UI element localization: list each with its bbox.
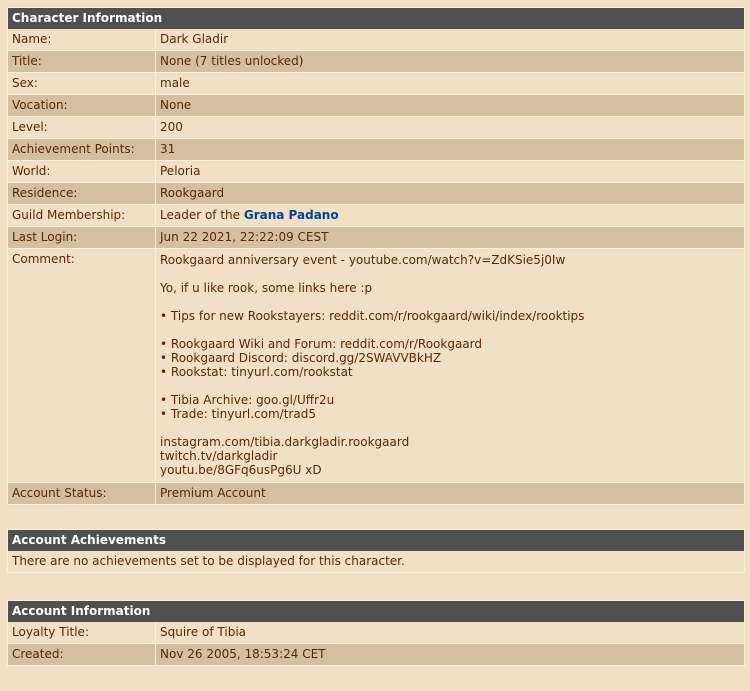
row-label: Achievement Points: [8, 138, 156, 160]
comment-line: Yo, if u like rook, some links here :p [160, 281, 373, 295]
account-status: Premium Account [156, 482, 744, 504]
account-information-box: Account Information Loyalty Title: Squir… [7, 600, 745, 666]
account-achievements-table: There are no achievements set to be disp… [8, 551, 744, 572]
character-achievement-points: 31 [156, 138, 744, 160]
table-row: There are no achievements set to be disp… [8, 551, 744, 572]
table-row: Loyalty Title: Squire of Tibia [8, 622, 744, 643]
row-label: Name: [8, 29, 156, 50]
account-information-table: Loyalty Title: Squire of Tibia Created: … [8, 622, 744, 665]
table-row: Last Login: Jun 22 2021, 22:22:09 CEST [8, 226, 744, 248]
character-information-title: Character Information [8, 8, 744, 29]
table-row: Sex: male [8, 72, 744, 94]
comment-line: • Tips for new Rookstayers: reddit.com/r… [160, 309, 585, 323]
character-residence: Rookgaard [156, 182, 744, 204]
table-row: Achievement Points: 31 [8, 138, 744, 160]
comment-line: • Rookgaard Discord: discord.gg/2SWAVVBk… [160, 351, 442, 365]
table-row: Account Status: Premium Account [8, 482, 744, 504]
character-information-box: Character Information Name: Dark Gladir … [7, 7, 745, 505]
row-label: Sex: [8, 72, 156, 94]
comment-line [160, 379, 740, 393]
account-achievements-title: Account Achievements [8, 530, 744, 551]
table-row: Level: 200 [8, 116, 744, 138]
table-row: Name: Dark Gladir [8, 29, 744, 50]
table-row: Title: None (7 titles unlocked) [8, 50, 744, 72]
table-row: Comment: Rookgaard anniversary event - y… [8, 248, 744, 482]
comment-line: • Rookgaard Wiki and Forum: reddit.com/r… [160, 337, 483, 351]
last-login: Jun 22 2021, 22:22:09 CEST [156, 226, 744, 248]
guild-link[interactable]: Grana Padano [244, 208, 339, 222]
character-sex: male [156, 72, 744, 94]
page-content: Character Information Name: Dark Gladir … [7, 7, 745, 666]
row-label: Created: [8, 643, 156, 665]
comment-line: • Tibia Archive: goo.gl/Uffr2u [160, 393, 335, 407]
row-label: Title: [8, 50, 156, 72]
comment-line [160, 323, 740, 337]
account-achievements-box: Account Achievements There are no achiev… [7, 529, 745, 573]
row-label: Residence: [8, 182, 156, 204]
row-label: Guild Membership: [8, 204, 156, 226]
loyalty-title: Squire of Tibia [156, 622, 744, 643]
account-information-title: Account Information [8, 601, 744, 622]
comment-line: Rookgaard anniversary event - youtube.co… [160, 253, 566, 267]
comment-line: • Trade: tinyurl.com/trad5 [160, 407, 316, 421]
row-label: Last Login: [8, 226, 156, 248]
guild-prefix: Leader of the [160, 208, 244, 222]
table-row: Residence: Rookgaard [8, 182, 744, 204]
account-created: Nov 26 2005, 18:53:24 CET [156, 643, 744, 665]
comment-line [160, 267, 740, 281]
character-vocation: None [156, 94, 744, 116]
character-level: 200 [156, 116, 744, 138]
comment-line: youtu.be/8GFq6usPg6U xD [160, 463, 322, 477]
comment-line: • Rookstat: tinyurl.com/rookstat [160, 365, 353, 379]
comment-line: instagram.com/tibia.darkgladir.rookgaard [160, 435, 410, 449]
table-row: Guild Membership: Leader of the Grana Pa… [8, 204, 744, 226]
guild-membership: Leader of the Grana Padano [156, 204, 744, 226]
row-label: Account Status: [8, 482, 156, 504]
character-name: Dark Gladir [156, 29, 744, 50]
character-comment: Rookgaard anniversary event - youtube.co… [156, 248, 744, 482]
row-label: Comment: [8, 248, 156, 482]
row-label: World: [8, 160, 156, 182]
comment-line [160, 295, 740, 309]
character-title: None (7 titles unlocked) [156, 50, 744, 72]
table-row: Vocation: None [8, 94, 744, 116]
table-row: Created: Nov 26 2005, 18:53:24 CET [8, 643, 744, 665]
row-label: Level: [8, 116, 156, 138]
character-information-table: Name: Dark Gladir Title: None (7 titles … [8, 29, 744, 504]
comment-line: twitch.tv/darkgladir [160, 449, 278, 463]
row-label: Loyalty Title: [8, 622, 156, 643]
table-row: World: Peloria [8, 160, 744, 182]
row-label: Vocation: [8, 94, 156, 116]
comment-line [160, 421, 740, 435]
no-achievements-message: There are no achievements set to be disp… [8, 551, 744, 572]
character-world: Peloria [156, 160, 744, 182]
